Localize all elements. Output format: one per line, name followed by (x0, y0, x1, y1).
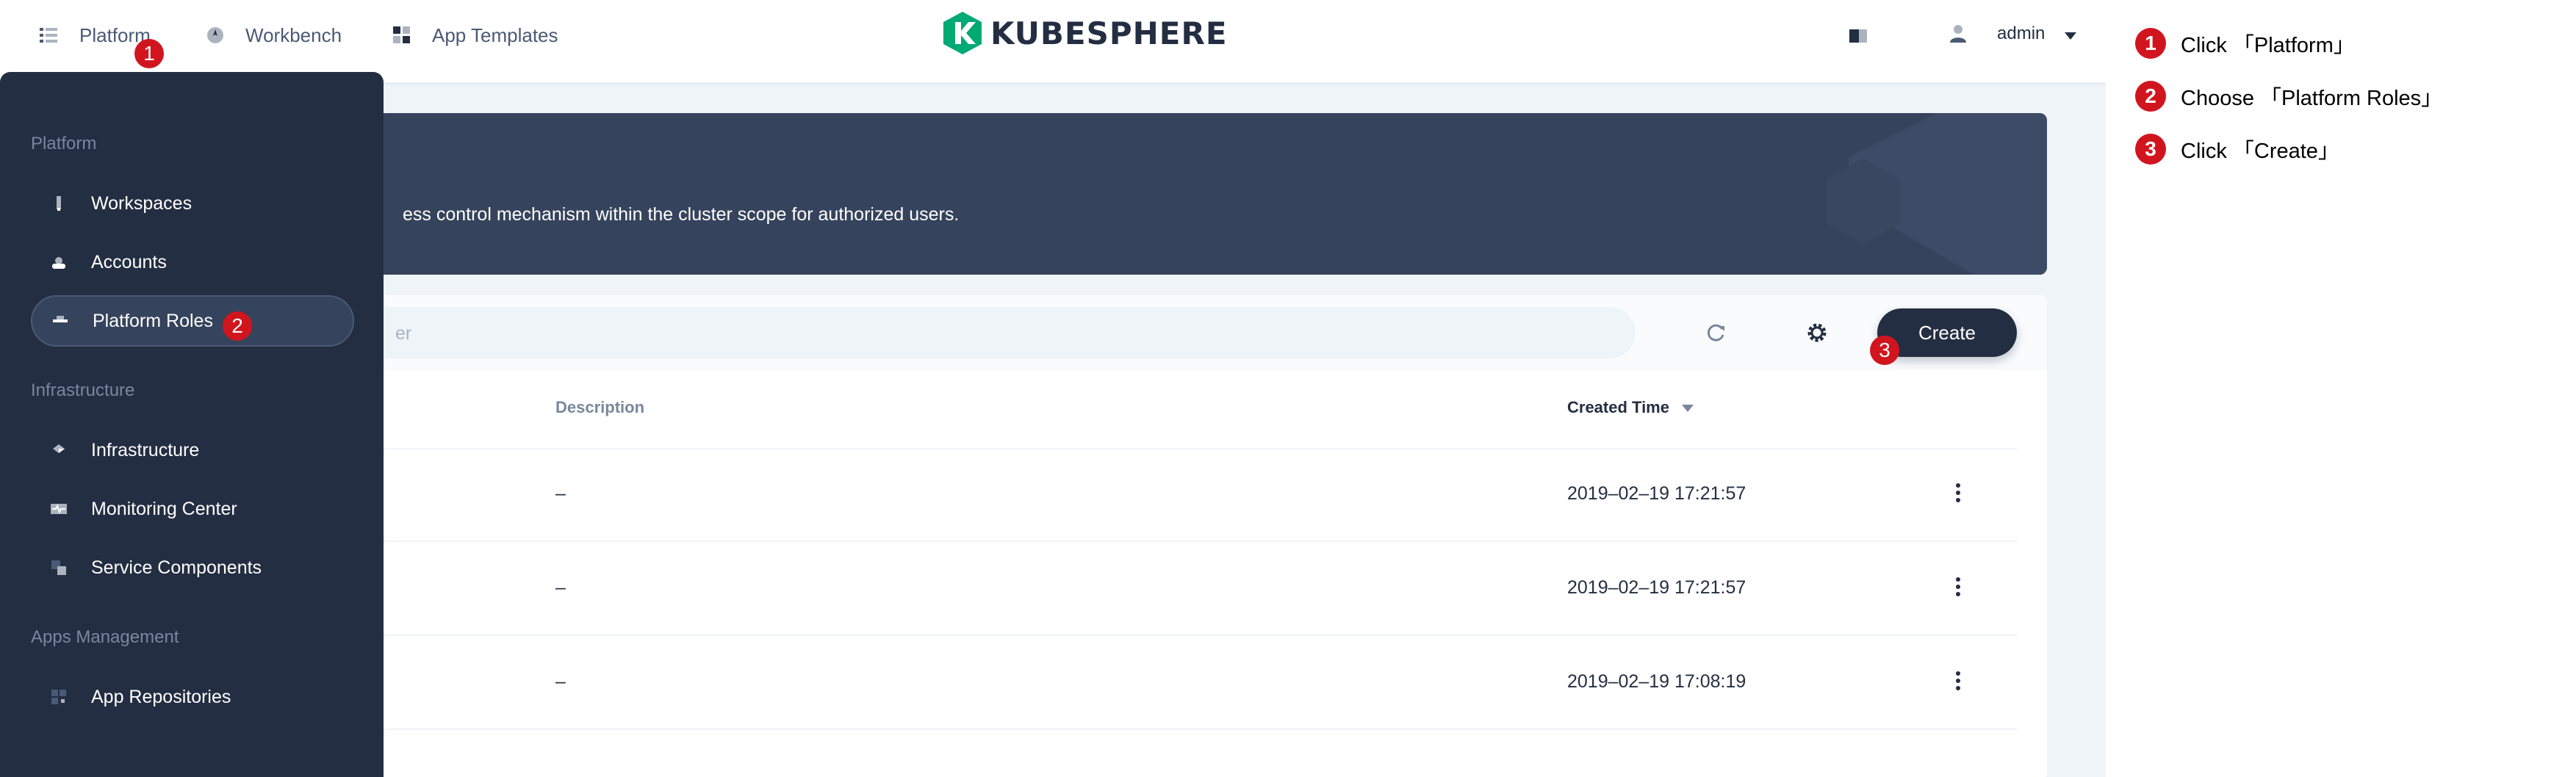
role-icon (51, 312, 69, 330)
theme-toggle-icon[interactable] (1849, 26, 1869, 46)
instruction-number: 2 (2135, 81, 2166, 112)
kubesphere-logo[interactable]: KUBESPHERE (942, 10, 1228, 56)
row-created-time: 2019–02–19 17:21:57 (1567, 577, 1746, 598)
more-actions-icon[interactable] (1954, 671, 1962, 693)
group-title-platform: Platform (31, 134, 97, 153)
sidebar-item-service-components[interactable]: Service Components (31, 542, 354, 593)
instruction-number: 3 (2135, 134, 2166, 165)
sidebar-item-label: App Repositories (91, 686, 231, 707)
top-nav: Platform Workbench App Templates KUBESPH… (0, 0, 2106, 82)
compass-icon (204, 24, 226, 46)
components-icon (50, 559, 68, 577)
created-time-header-label: Created Time (1567, 398, 1669, 416)
instruction-step-2: 2 Choose 「Platform Roles」 (2135, 81, 2442, 112)
instruction-step-3: 3 Click 「Create」 (2135, 134, 2339, 165)
instruction-step-1: 1 Click 「Platform」 (2135, 28, 2355, 59)
step-marker-1: 1 (134, 39, 164, 68)
workbench-menu-label: Workbench (245, 24, 342, 46)
gear-icon[interactable] (1805, 320, 1830, 345)
description-header: Description (555, 398, 645, 416)
sort-desc-icon (1682, 405, 1694, 412)
platform-menu[interactable]: Platform (38, 21, 151, 50)
step-marker-2: 2 (223, 311, 252, 341)
infrastructure-icon (50, 441, 68, 459)
row-description: – (555, 483, 566, 504)
banner-decoration-icon (1827, 113, 2047, 275)
workspace-icon (50, 195, 68, 212)
sidebar-item-workspaces[interactable]: Workspaces (31, 178, 354, 229)
repo-icon (50, 688, 68, 706)
instruction-panel: 1 Click 「Platform」 2 Choose 「Platform Ro… (2106, 0, 2576, 777)
refresh-icon[interactable] (1703, 320, 1728, 345)
search-placeholder: er (395, 323, 412, 344)
logo-text: KUBESPHERE (990, 15, 1228, 51)
sidebar-item-accounts[interactable]: Accounts (31, 236, 354, 288)
user-name: admin (1997, 24, 2046, 43)
step-marker-3: 3 (1870, 336, 1899, 365)
sidebar-item-infrastructure[interactable]: Infrastructure (31, 424, 354, 476)
sidebar-item-label: Accounts (91, 251, 167, 272)
account-icon (50, 253, 68, 271)
group-title-infrastructure: Infrastructure (31, 380, 135, 400)
app-templates-menu-label: App Templates (432, 24, 558, 46)
row-description: – (555, 671, 566, 692)
row-description: – (555, 577, 566, 598)
group-title-apps-management: Apps Management (31, 627, 179, 647)
row-created-time: 2019–02–19 17:08:19 (1567, 671, 1746, 692)
list-icon (38, 24, 60, 46)
sidebar-item-label: Workspaces (91, 192, 193, 214)
platform-dropdown-menu: Platform Workspaces Accounts Platform Ro… (0, 72, 384, 777)
row-created-time: 2019–02–19 17:21:57 (1567, 483, 1746, 504)
created-time-header[interactable]: Created Time (1567, 398, 1694, 417)
instruction-text: Click 「Platform」 (2181, 34, 2355, 57)
sidebar-item-label: Infrastructure (91, 439, 200, 460)
sidebar-item-label: Monitoring Center (91, 498, 237, 519)
instruction-text: Choose 「Platform Roles」 (2181, 87, 2443, 110)
user-icon (1947, 23, 1969, 45)
more-actions-icon[interactable] (1954, 577, 1962, 599)
caret-down-icon (2064, 23, 2077, 46)
sidebar-item-label: Platform Roles (93, 310, 213, 331)
main-area: Platform Workbench App Templates KUBESPH… (0, 0, 2106, 777)
instruction-text: Click 「Create」 (2181, 140, 2339, 163)
user-menu[interactable]: admin (1947, 19, 2077, 48)
sidebar-item-monitoring-center[interactable]: Monitoring Center (31, 483, 354, 535)
app-templates-menu[interactable]: App Templates (391, 21, 558, 50)
sidebar-item-platform-roles[interactable]: Platform Roles (31, 295, 354, 347)
more-actions-icon[interactable] (1954, 483, 1962, 505)
sidebar-item-app-repositories[interactable]: App Repositories (31, 671, 354, 723)
kubesphere-logo-icon (943, 12, 982, 54)
monitor-icon (50, 500, 68, 518)
workbench-menu[interactable]: Workbench (204, 21, 342, 50)
apps-grid-icon (391, 24, 413, 46)
sidebar-item-label: Service Components (91, 557, 262, 578)
instruction-number: 1 (2135, 28, 2166, 59)
banner-description: ess control mechanism within the cluster… (403, 204, 960, 225)
